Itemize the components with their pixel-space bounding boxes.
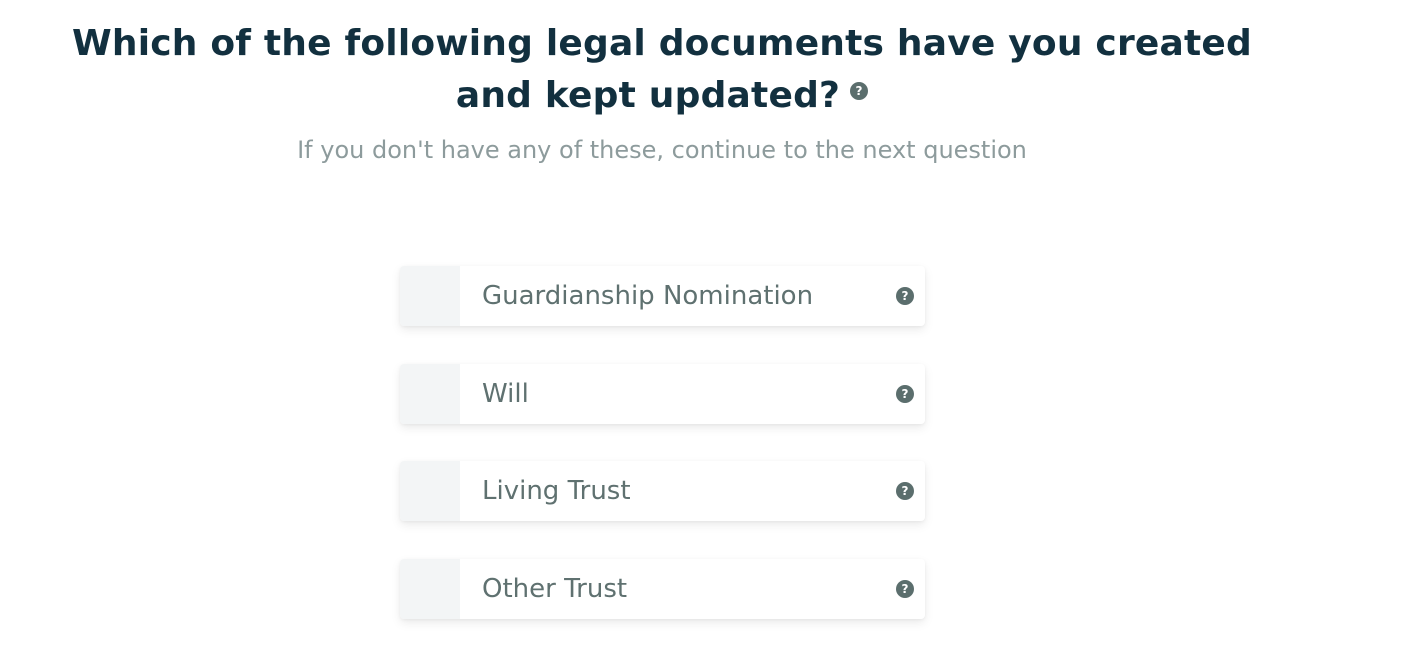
question-help-icon[interactable]: ? (896, 384, 914, 403)
option-checkbox[interactable] (400, 363, 460, 424)
option-guardianship-nomination[interactable]: Guardianship Nomination ? (400, 266, 925, 326)
question-title-text: Which of the following legal documents h… (71, 23, 1252, 116)
option-checkbox[interactable] (400, 266, 460, 326)
option-living-trust[interactable]: Living Trust ? (400, 461, 925, 521)
option-label: Other Trust (482, 573, 628, 604)
option-label: Will (482, 378, 529, 409)
question-help-icon[interactable]: ? (896, 482, 914, 500)
question-page: Which of the following legal documents h… (0, 0, 1402, 646)
question-help-icon[interactable]: ? (896, 579, 914, 598)
question-help-icon[interactable]: ? (896, 287, 914, 305)
option-label: Living Trust (482, 476, 631, 506)
question-help-icon[interactable]: ? (850, 82, 869, 100)
question-subtitle: If you don't have any of these, continue… (297, 136, 1027, 164)
option-label: Guardianship Nomination (482, 281, 814, 311)
option-checkbox[interactable] (400, 461, 460, 521)
option-will[interactable]: Will ? (400, 363, 925, 424)
option-other-trust[interactable]: Other Trust ? (400, 558, 925, 619)
question-title: Which of the following legal documents h… (62, 18, 1262, 122)
options-list: Guardianship Nomination ? Will ? Living … (400, 266, 925, 646)
option-checkbox[interactable] (400, 558, 460, 619)
